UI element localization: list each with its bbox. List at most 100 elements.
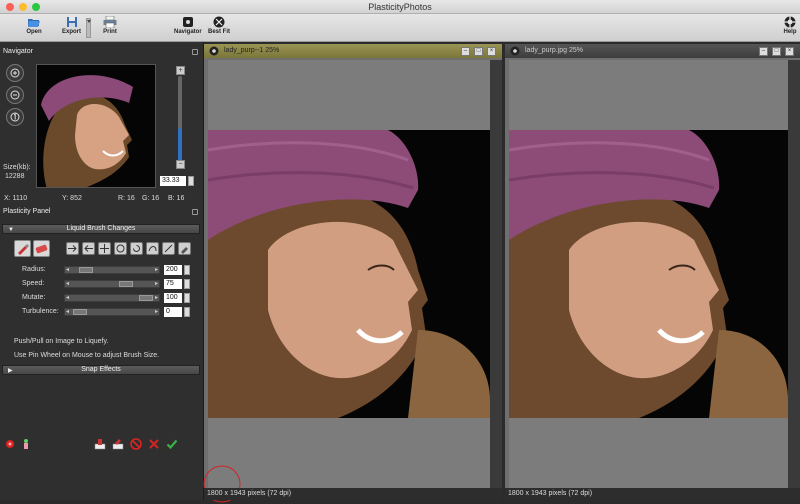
export-dropdown-arrow[interactable] [86,18,91,38]
snap-effects-section-toggle[interactable]: ▶ Snap Effects [2,365,200,375]
actual-size-tool-button[interactable] [6,108,24,126]
swirl-tool-button[interactable] [146,242,159,255]
print-button[interactable]: Print [102,15,118,35]
no-entry-icon[interactable] [130,438,142,450]
turbulence-stepper[interactable] [184,307,190,317]
cursor-y: Y: 852 [62,195,82,202]
smooth-icon [164,244,173,253]
liquid-brush-section-toggle[interactable]: ▼ Liquid Brush Changes [2,224,200,234]
document-eye-icon [510,46,520,56]
navigator-panel-header: Navigator [0,48,204,58]
minimize-document-button[interactable]: – [461,47,470,56]
turbulence-label: Turbulence: [22,308,59,315]
folder-open-icon [26,15,42,29]
cursor-x: X: 1110 [4,195,28,202]
pixel-red: R: 16 [118,195,135,202]
twirl-tool-button[interactable] [130,242,143,255]
figure-icon[interactable] [20,438,32,450]
size-value: 12288 [5,173,25,180]
hint-brush-size: Use Pin Wheel on Mouse to adjust Brush S… [14,352,160,359]
restore-tool-button[interactable] [178,242,191,255]
zoom-decrease-button[interactable]: − [176,160,185,169]
brush-icon [18,244,29,255]
speed-value-field[interactable]: 75 [164,279,182,289]
pixel-blue: B: 16 [168,195,185,202]
mutate-slider[interactable]: ◂ ▸ [64,294,160,302]
radius-slider[interactable]: ◂ ▸ [64,266,160,274]
toolbar: Open Export Print Navigator Best Fit Hel… [0,14,800,42]
best-fit-button[interactable]: Best Fit [208,15,230,35]
mutate-label: Mutate: [22,294,46,301]
export-button[interactable]: Export [62,15,81,35]
vertical-scrollbar-1[interactable] [490,60,502,488]
pull-icon [84,245,93,252]
zoom-stepper[interactable] [188,176,194,186]
pinch-tool-button[interactable] [114,242,127,255]
zoom-in-tool-button[interactable] [6,64,24,82]
pixel-green: G: 16 [142,195,160,202]
window-title: PlasticityPhotos [368,2,432,12]
edited-photo[interactable] [208,130,490,418]
fit-screen-icon [211,15,227,29]
maximize-document-button[interactable]: □ [474,47,483,56]
left-panel: Navigator + − 33.33 Size(kb): 12288 X: 1… [0,42,204,500]
brush-tool-button[interactable] [14,240,31,257]
document-window-1: lady_purp--1 25% – □ × 1800 x 1943 pixel… [203,44,502,503]
mutate-stepper[interactable] [184,293,190,303]
image-canvas-2[interactable] [509,60,788,488]
expand-triangle-icon: ▶ [8,368,13,374]
document-eye-icon [209,46,219,56]
cancel-icon[interactable] [148,438,160,450]
radius-value-field[interactable]: 200 [164,265,182,275]
vertical-scrollbar-2[interactable] [788,60,800,488]
radius-stepper[interactable] [184,265,190,275]
expand-tool-button[interactable] [98,242,111,255]
push-tool-button[interactable] [66,242,79,255]
zoom-out-icon [10,90,20,100]
size-label: Size(kb): [3,164,31,171]
restore-brush-icon [181,247,188,254]
hint-liquefy: Push/Pull on Image to Liquefy. [14,338,109,345]
stamp-icon[interactable] [94,438,106,450]
image-canvas-1[interactable] [203,60,490,503]
navigator-button[interactable]: Navigator [174,15,202,35]
detach-panel-icon[interactable] [192,49,198,55]
one-to-one-icon [10,112,20,122]
zoom-increase-button[interactable]: + [176,66,185,75]
mutate-value-field[interactable]: 100 [164,293,182,303]
document-tab-2[interactable]: lady_purp.jpg 25% – □ × [505,44,800,58]
eraser-tool-button[interactable] [33,240,50,257]
close-document-button[interactable]: × [785,47,794,56]
save-disk-icon [64,15,80,29]
turbulence-slider[interactable]: ◂ ▸ [64,308,160,316]
speed-stepper[interactable] [184,279,190,289]
status-bar-1: 1800 x 1943 pixels (72 dpi) [204,488,502,500]
plasticity-panel-header: Plasticity Panel [0,208,204,218]
zoom-percent-field[interactable]: 33.33 [160,176,186,186]
turbulence-value-field[interactable]: 0 [164,307,182,317]
collapse-triangle-icon: ▼ [8,227,14,233]
help-button[interactable]: Help [782,15,798,35]
stamp-apply-icon[interactable] [112,438,124,450]
expand-icon [100,244,109,253]
zoom-vertical-slider[interactable] [178,76,182,162]
document-tab-1[interactable]: lady_purp--1 25% – □ × [204,44,502,58]
ok-checkmark-icon[interactable] [166,438,178,450]
maximize-document-button[interactable]: □ [772,47,781,56]
eraser-icon [35,244,48,254]
twirl-icon [133,245,140,252]
open-button[interactable]: Open [26,15,42,35]
title-bar: PlasticityPhotos [0,0,800,14]
pull-tool-button[interactable] [82,242,95,255]
document-window-2: lady_purp.jpg 25% – □ × 1800 x 1943 pixe… [505,44,800,500]
original-photo[interactable] [509,130,788,418]
speed-slider[interactable]: ◂ ▸ [64,280,160,288]
smooth-tool-button[interactable] [162,242,175,255]
lifebuoy-help-icon [782,15,798,29]
reset-icon[interactable] [4,438,16,450]
detach-panel-icon[interactable] [192,209,198,215]
minimize-document-button[interactable]: – [759,47,768,56]
zoom-out-tool-button[interactable] [6,86,24,104]
navigator-thumbnail[interactable] [36,64,156,188]
close-document-button[interactable]: × [487,47,496,56]
